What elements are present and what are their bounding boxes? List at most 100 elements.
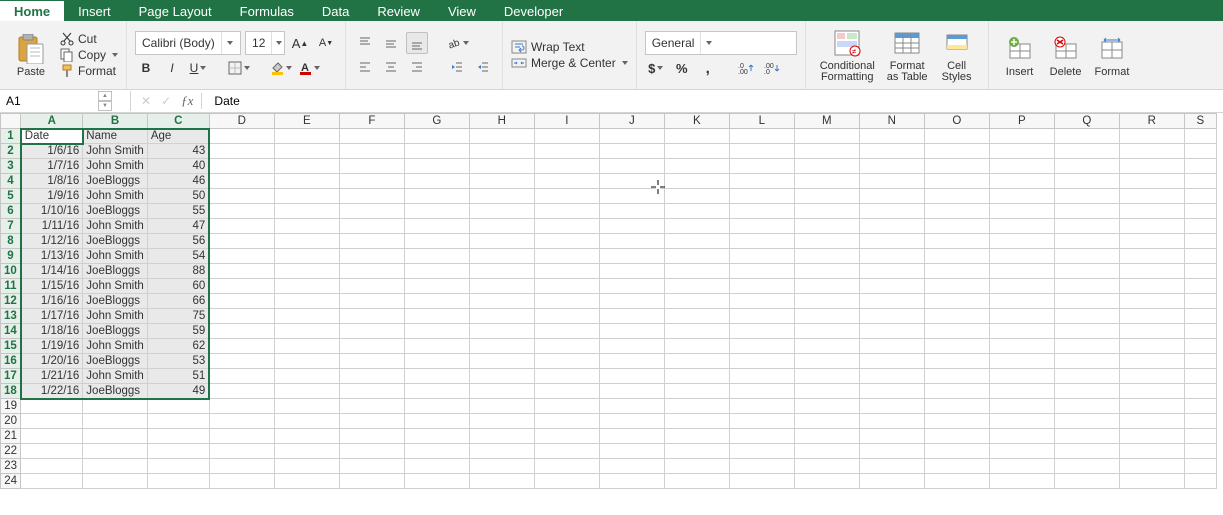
cell[interactable] <box>794 339 859 354</box>
paste-button[interactable]: Paste <box>8 33 54 78</box>
cell[interactable]: John Smith <box>83 159 148 174</box>
cell[interactable] <box>404 159 469 174</box>
cell[interactable] <box>147 429 209 444</box>
cell[interactable] <box>1054 144 1119 159</box>
cell[interactable] <box>859 414 924 429</box>
cell[interactable] <box>859 324 924 339</box>
cell[interactable] <box>729 144 794 159</box>
cell[interactable] <box>274 384 339 399</box>
cell[interactable] <box>209 234 274 249</box>
cell[interactable]: 60 <box>147 279 209 294</box>
cell[interactable] <box>859 474 924 489</box>
cell[interactable] <box>274 279 339 294</box>
cell[interactable] <box>1119 189 1184 204</box>
cell[interactable] <box>729 324 794 339</box>
cell[interactable] <box>274 414 339 429</box>
cell[interactable] <box>339 384 404 399</box>
row-header[interactable]: 16 <box>1 354 21 369</box>
tab-developer[interactable]: Developer <box>490 1 577 21</box>
cell[interactable] <box>729 399 794 414</box>
cell[interactable]: John Smith <box>83 309 148 324</box>
cell[interactable] <box>534 234 599 249</box>
cell[interactable] <box>274 234 339 249</box>
column-header[interactable]: P <box>989 114 1054 129</box>
cell[interactable] <box>924 339 989 354</box>
cell[interactable] <box>147 399 209 414</box>
cell[interactable] <box>664 369 729 384</box>
cell[interactable]: John Smith <box>83 219 148 234</box>
cell[interactable] <box>209 159 274 174</box>
cell[interactable] <box>469 444 534 459</box>
cell[interactable] <box>339 144 404 159</box>
cell[interactable] <box>534 474 599 489</box>
cell[interactable] <box>729 159 794 174</box>
cell[interactable] <box>534 249 599 264</box>
cell[interactable] <box>339 339 404 354</box>
cell[interactable] <box>794 189 859 204</box>
cell[interactable] <box>989 189 1054 204</box>
cell[interactable] <box>1184 384 1216 399</box>
cell[interactable] <box>404 429 469 444</box>
cell[interactable] <box>469 429 534 444</box>
cell[interactable]: 50 <box>147 189 209 204</box>
cell[interactable] <box>469 129 534 144</box>
cell[interactable] <box>729 204 794 219</box>
cell[interactable] <box>1184 429 1216 444</box>
cell[interactable] <box>1054 129 1119 144</box>
cell[interactable] <box>599 414 664 429</box>
cell[interactable] <box>469 324 534 339</box>
name-box-stepper[interactable]: ▲▼ <box>98 91 112 111</box>
cell[interactable] <box>859 279 924 294</box>
cell[interactable] <box>794 369 859 384</box>
cell[interactable] <box>599 129 664 144</box>
cell[interactable] <box>664 279 729 294</box>
cell[interactable] <box>83 399 148 414</box>
tab-data[interactable]: Data <box>308 1 363 21</box>
cell[interactable] <box>1184 189 1216 204</box>
cell[interactable] <box>534 264 599 279</box>
cell[interactable] <box>664 129 729 144</box>
cell[interactable] <box>599 174 664 189</box>
cell[interactable] <box>664 429 729 444</box>
cell[interactable] <box>147 414 209 429</box>
cell[interactable] <box>209 429 274 444</box>
cell[interactable] <box>209 294 274 309</box>
cell[interactable] <box>1054 219 1119 234</box>
cell[interactable] <box>1119 129 1184 144</box>
cell[interactable] <box>534 189 599 204</box>
row-header[interactable]: 3 <box>1 159 21 174</box>
cell[interactable] <box>1119 474 1184 489</box>
cell[interactable] <box>534 369 599 384</box>
copy-button[interactable]: Copy <box>60 48 118 62</box>
cell[interactable]: 43 <box>147 144 209 159</box>
cell[interactable] <box>21 429 83 444</box>
cell[interactable]: Age <box>147 129 209 144</box>
cell[interactable] <box>469 174 534 189</box>
cell[interactable] <box>924 174 989 189</box>
cell[interactable] <box>209 474 274 489</box>
cell[interactable]: 1/10/16 <box>21 204 83 219</box>
cell[interactable] <box>664 264 729 279</box>
cell[interactable]: 1/12/16 <box>21 234 83 249</box>
cell[interactable] <box>1184 144 1216 159</box>
cell[interactable] <box>664 384 729 399</box>
cell[interactable]: 1/13/16 <box>21 249 83 264</box>
cell[interactable]: 1/20/16 <box>21 354 83 369</box>
cell[interactable] <box>339 294 404 309</box>
row-header[interactable]: 22 <box>1 444 21 459</box>
row-header[interactable]: 2 <box>1 144 21 159</box>
cell[interactable]: JoeBloggs <box>83 354 148 369</box>
cell[interactable]: JoeBloggs <box>83 234 148 249</box>
cell[interactable] <box>599 144 664 159</box>
cell[interactable] <box>859 129 924 144</box>
cell[interactable] <box>1054 159 1119 174</box>
cell[interactable] <box>1054 324 1119 339</box>
cell[interactable] <box>729 369 794 384</box>
cell[interactable] <box>1184 444 1216 459</box>
column-header[interactable]: R <box>1119 114 1184 129</box>
cell[interactable]: Name <box>83 129 148 144</box>
formula-input[interactable] <box>210 94 1223 108</box>
font-size-combo[interactable]: 12 <box>245 31 285 55</box>
cell[interactable]: JoeBloggs <box>83 294 148 309</box>
cell[interactable] <box>274 399 339 414</box>
